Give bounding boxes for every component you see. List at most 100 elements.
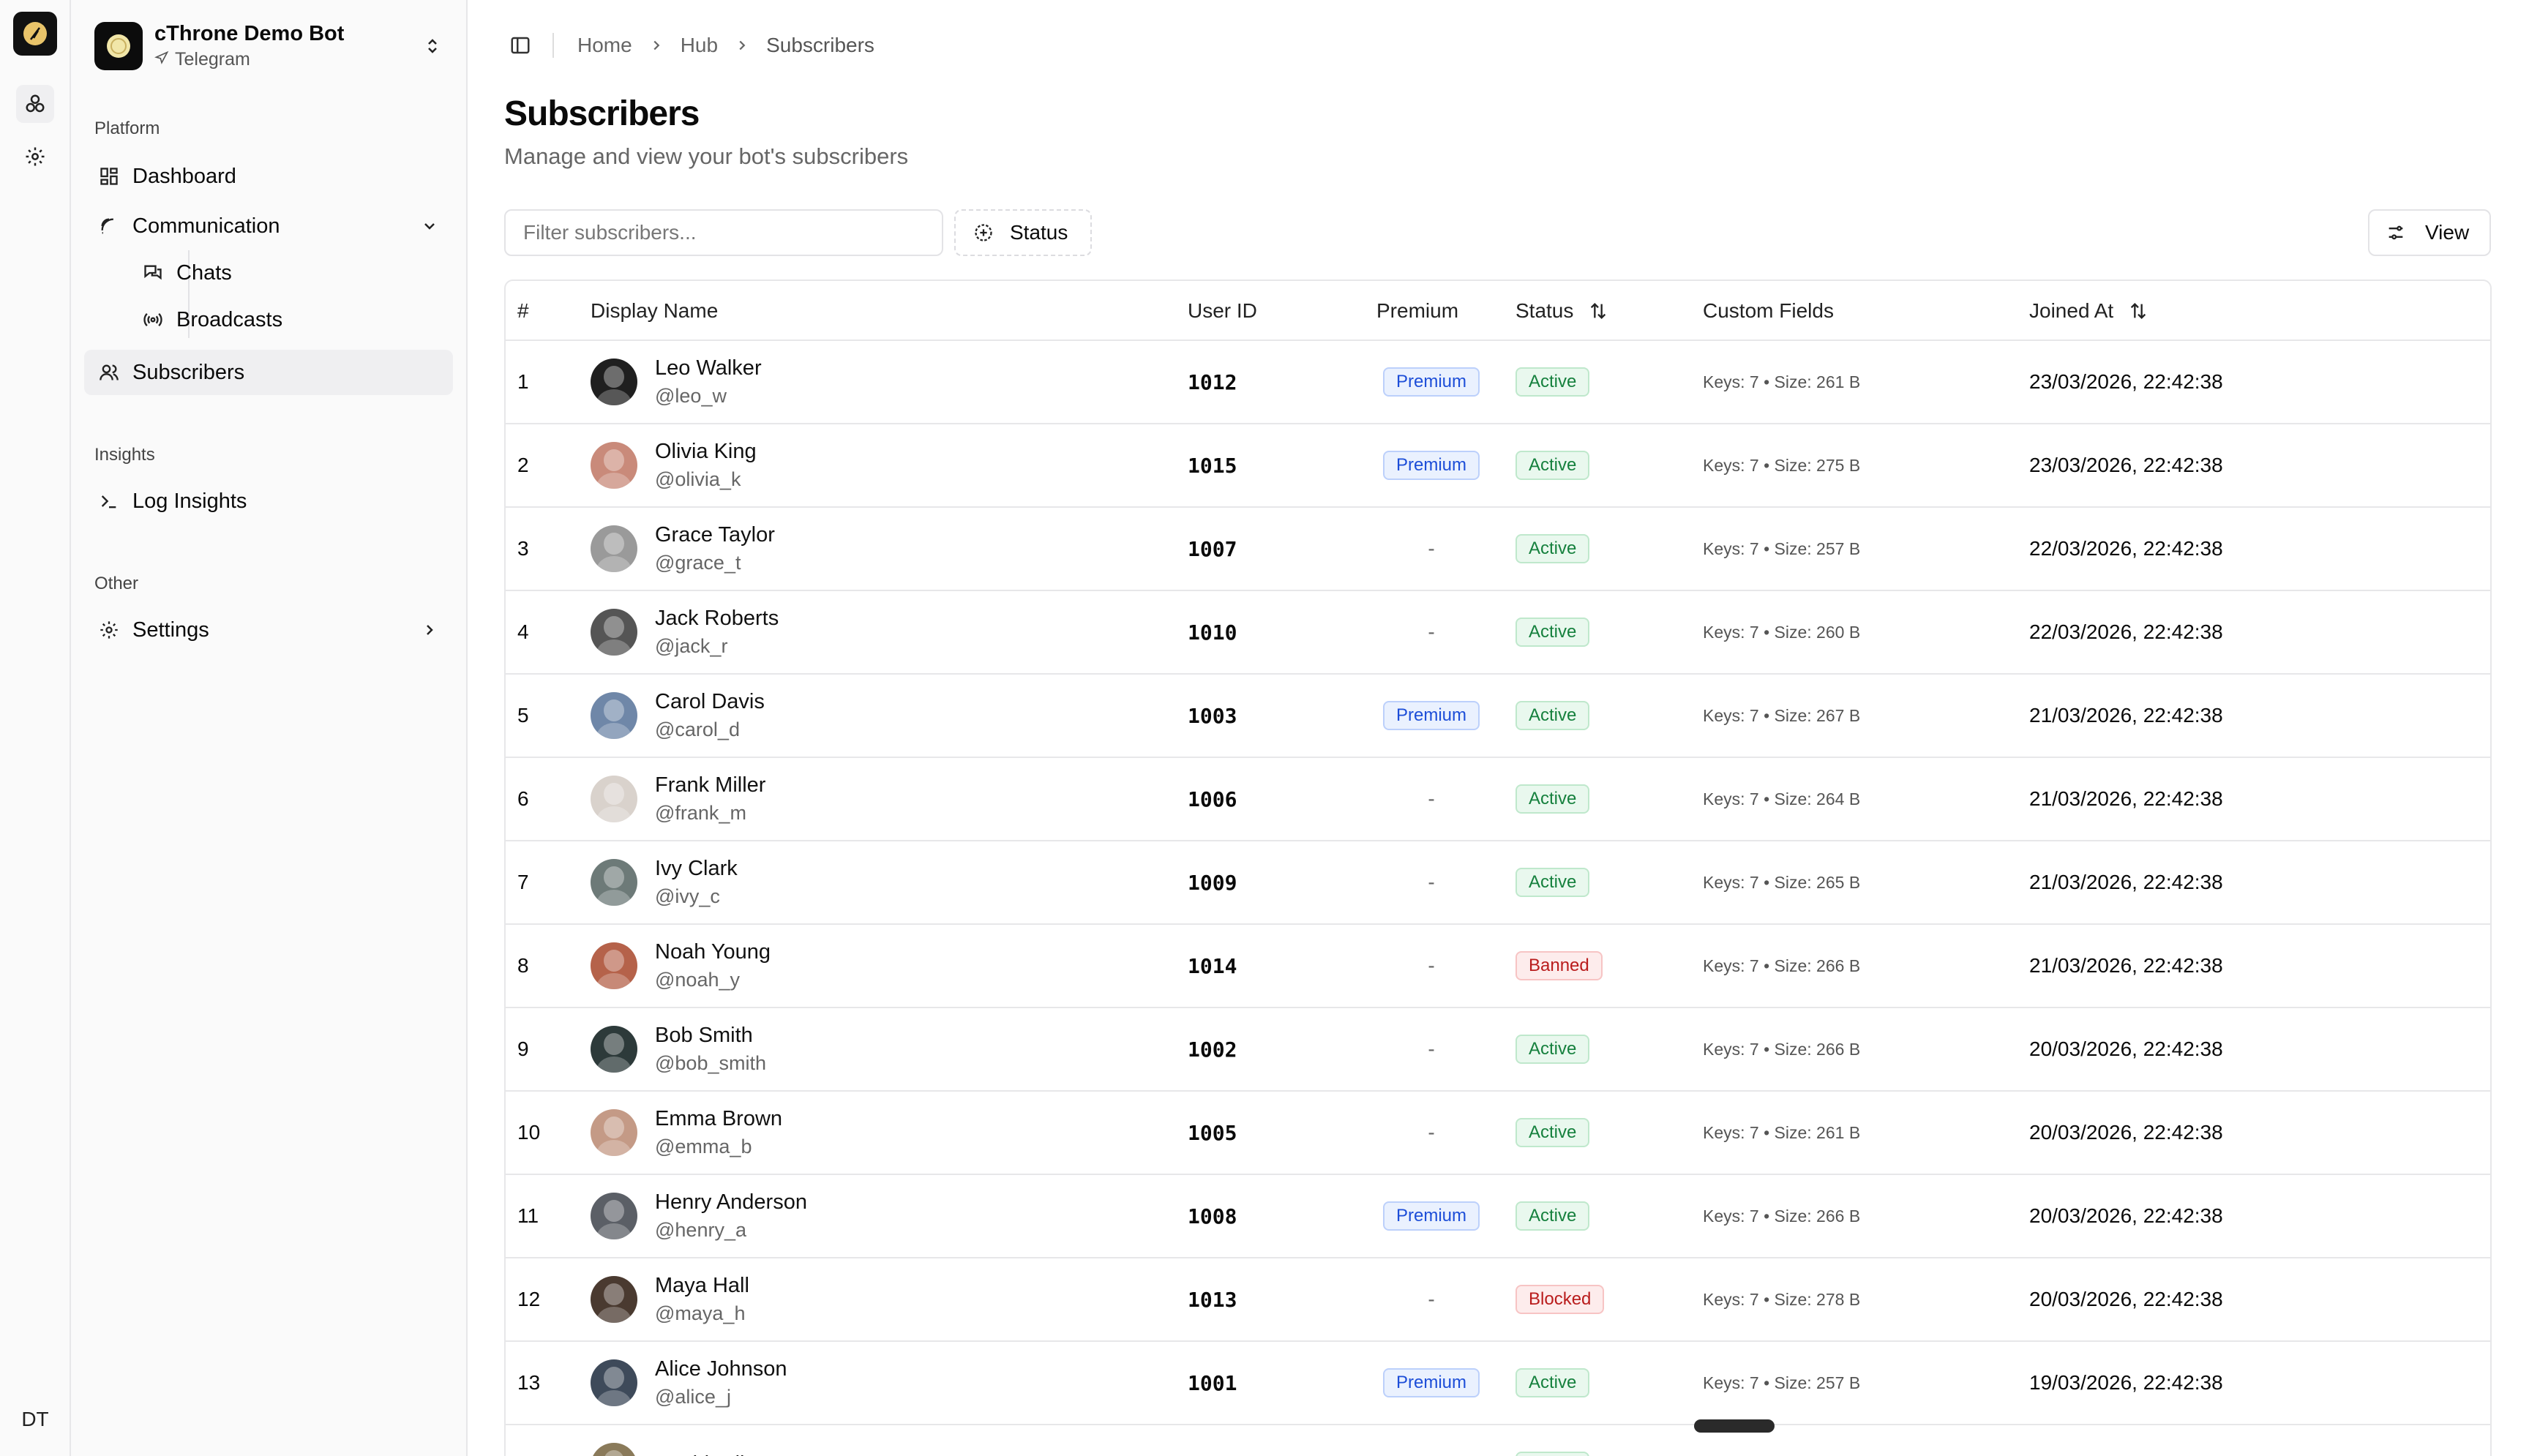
joined-at: 20/03/2026, 22:42:38 [2029,1288,2223,1310]
user-id: 1015 [1188,453,1237,478]
breadcrumb-hub[interactable]: Hub [681,34,718,57]
premium-cell [1376,1425,1486,1456]
sidebar-item-label: Subscribers [132,360,245,384]
table-row[interactable]: 6 Frank Miller @frank_m 1006 - Active Ke… [506,758,2490,841]
premium-cell: - [1376,758,1486,840]
status-badge: Active [1515,1452,1590,1456]
status-cell: Active [1515,591,1590,673]
sidebar: cThrone Demo Bot Telegram Platform Dashb… [71,0,468,1456]
subscriber-name: Leo Walker [655,356,762,380]
plus-circle-icon [972,221,995,244]
sidebar-item-broadcasts[interactable]: Broadcasts [128,299,453,340]
table-row[interactable]: 10 Emma Brown @emma_b 1005 - Active Keys… [506,1092,2490,1175]
user-id: 1002 [1188,1037,1237,1062]
sidebar-toggle-icon[interactable] [506,31,535,60]
scrollbar-handle[interactable] [1694,1419,1775,1433]
table-row[interactable]: David Wilson Active [506,1425,2490,1456]
subscriber-name: Henry Anderson [655,1190,807,1214]
avatar [591,942,637,989]
sidebar-item-log-insights[interactable]: Log Insights [84,479,453,524]
table-row[interactable]: 2 Olivia King @olivia_k 1015 Premium Act… [506,424,2490,508]
bot-switcher[interactable]: cThrone Demo Bot Telegram [94,20,446,72]
avatar [591,609,637,656]
sidebar-item-subscribers[interactable]: Subscribers [84,350,453,395]
breadcrumb-current: Subscribers [766,34,874,56]
display-name-cell: Henry Anderson @henry_a [591,1175,807,1257]
joined-at: 21/03/2026, 22:42:38 [2029,704,2223,727]
sidebar-item-chats[interactable]: Chats [128,252,453,293]
avatar [591,359,637,405]
premium-cell: - [1376,1258,1486,1340]
table-row[interactable]: 7 Ivy Clark @ivy_c 1009 - Active Keys: 7… [506,841,2490,925]
sort-icon[interactable] [1586,299,1610,323]
sidebar-item-settings[interactable]: Settings [84,607,453,653]
table-row[interactable]: 12 Maya Hall @maya_h 1013 - Blocked Keys… [506,1258,2490,1342]
status-badge: Banned [1515,951,1603,980]
sidebar-item-dashboard[interactable]: Dashboard [84,154,453,199]
status-badge: Blocked [1515,1285,1605,1314]
custom-fields: Keys: 7 • Size: 260 B [1703,622,1861,642]
table-row[interactable]: 13 Alice Johnson @alice_j 1001 Premium A… [506,1342,2490,1425]
chevron-right-icon [416,617,443,643]
dashboard-icon [96,163,122,189]
table-row[interactable]: 8 Noah Young @noah_y 1014 - Banned Keys:… [506,925,2490,1008]
avatar [591,1026,637,1073]
view-options-button[interactable]: View [2368,209,2491,256]
status-cell: Active [1515,1092,1590,1174]
row-number: 3 [517,537,529,560]
table-row[interactable]: 3 Grace Taylor @grace_t 1007 - Active Ke… [506,508,2490,591]
communication-icon [96,213,122,239]
joined-at: 21/03/2026, 22:42:38 [2029,787,2223,810]
joined-at: 20/03/2026, 22:42:38 [2029,1121,2223,1144]
joined-at: 23/03/2026, 22:42:38 [2029,370,2223,393]
table-row[interactable]: 11 Henry Anderson @henry_a 1008 Premium … [506,1175,2490,1258]
status-badge: Active [1515,451,1590,480]
premium-cell: Premium [1376,1175,1486,1257]
avatar [591,1443,637,1456]
row-number: 7 [517,871,529,893]
subscriber-handle: @olivia_k [655,468,741,490]
avatar [591,1109,637,1156]
status-cell: Active [1515,341,1590,423]
avatar [591,859,637,906]
sort-icon[interactable] [2127,299,2150,323]
sidebar-item-label: Settings [132,618,209,642]
status-badge: Active [1515,618,1590,647]
user-id: 1012 [1188,369,1237,394]
subscriber-name: Jack Roberts [655,607,779,630]
bot-avatar [94,22,143,70]
premium-cell: Premium [1376,1342,1486,1424]
table-row[interactable]: 5 Carol Davis @carol_d 1003 Premium Acti… [506,675,2490,758]
premium-empty: - [1428,1121,1435,1144]
settings-gear-icon[interactable] [16,138,54,176]
sidebar-item-label: Communication [132,214,280,238]
group-label-platform: Platform [94,119,160,138]
broadcast-icon [140,307,166,333]
user-id: 1007 [1188,536,1237,561]
status-filter-button[interactable]: Status [954,209,1092,256]
chevrons-up-down-icon [419,33,446,59]
user-avatar[interactable]: DT [10,1397,60,1441]
premium-cell: Premium [1376,675,1486,757]
breadcrumb-home[interactable]: Home [577,34,632,57]
sidebar-item-communication[interactable]: Communication [84,203,453,249]
filter-subscribers-input[interactable] [504,209,943,256]
joined-at: 22/03/2026, 22:42:38 [2029,537,2223,560]
subscriber-handle: @grace_t [655,552,741,574]
subscriber-handle: @carol_d [655,718,740,740]
header-status[interactable]: Status [1515,281,1610,341]
table-row[interactable]: 9 Bob Smith @bob_smith 1002 - Active Key… [506,1008,2490,1092]
display-name-cell: David Wilson [591,1425,779,1456]
user-id: 1005 [1188,1120,1237,1145]
hub-icon[interactable] [16,85,54,123]
avatar [591,442,637,489]
app-logo-icon[interactable] [13,12,57,56]
header-joined-at[interactable]: Joined At [2029,281,2150,341]
table-row[interactable]: 4 Jack Roberts @jack_r 1010 - Active Key… [506,591,2490,675]
premium-empty: - [1428,871,1435,893]
joined-at: 21/03/2026, 22:42:38 [2029,954,2223,977]
premium-badge: Premium [1382,1201,1480,1231]
joined-at: 20/03/2026, 22:42:38 [2029,1204,2223,1227]
user-id: 1008 [1188,1204,1237,1228]
table-row[interactable]: 1 Leo Walker @leo_w 1012 Premium Active … [506,341,2490,424]
